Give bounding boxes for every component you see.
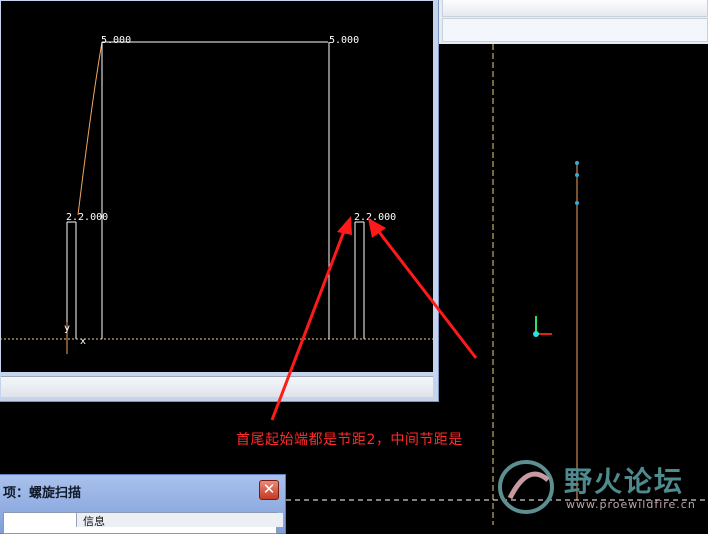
dimension-mid-right: 2.2.000 [354, 212, 396, 223]
axis-label-y: y [64, 323, 70, 334]
axis-label-x: x [80, 336, 86, 347]
dimension-top-right: 5.000 [329, 35, 359, 46]
profile-curve [77, 41, 103, 216]
dialog-content: 信息 [3, 512, 283, 534]
helical-sweep-dialog[interactable]: 项：螺旋扫描 ✕ 信息 [0, 474, 286, 534]
annotation-arrow-left [270, 225, 348, 421]
sketch-point [575, 173, 579, 177]
watermark-url: www.proewildfire.cn [566, 498, 696, 511]
watermark-text: 野火论坛 [564, 465, 685, 498]
annotation-arrowhead [337, 216, 352, 235]
sketch-point [575, 201, 579, 205]
triad-origin [533, 331, 539, 337]
watermark-logo-icon [498, 460, 554, 514]
dimension-mid-left: 2.2.000 [66, 212, 108, 223]
annotation-text: 首尾起始端都是节距2，中间节距是 [236, 432, 463, 448]
dialog-title: 项：螺旋扫描 [3, 486, 82, 501]
forum-watermark: 野火论坛 www.proewildfire.cn [496, 452, 708, 522]
close-button[interactable]: ✕ [259, 480, 279, 500]
sketch-point [575, 161, 579, 165]
dimension-top-left: 5.000 [101, 35, 131, 46]
